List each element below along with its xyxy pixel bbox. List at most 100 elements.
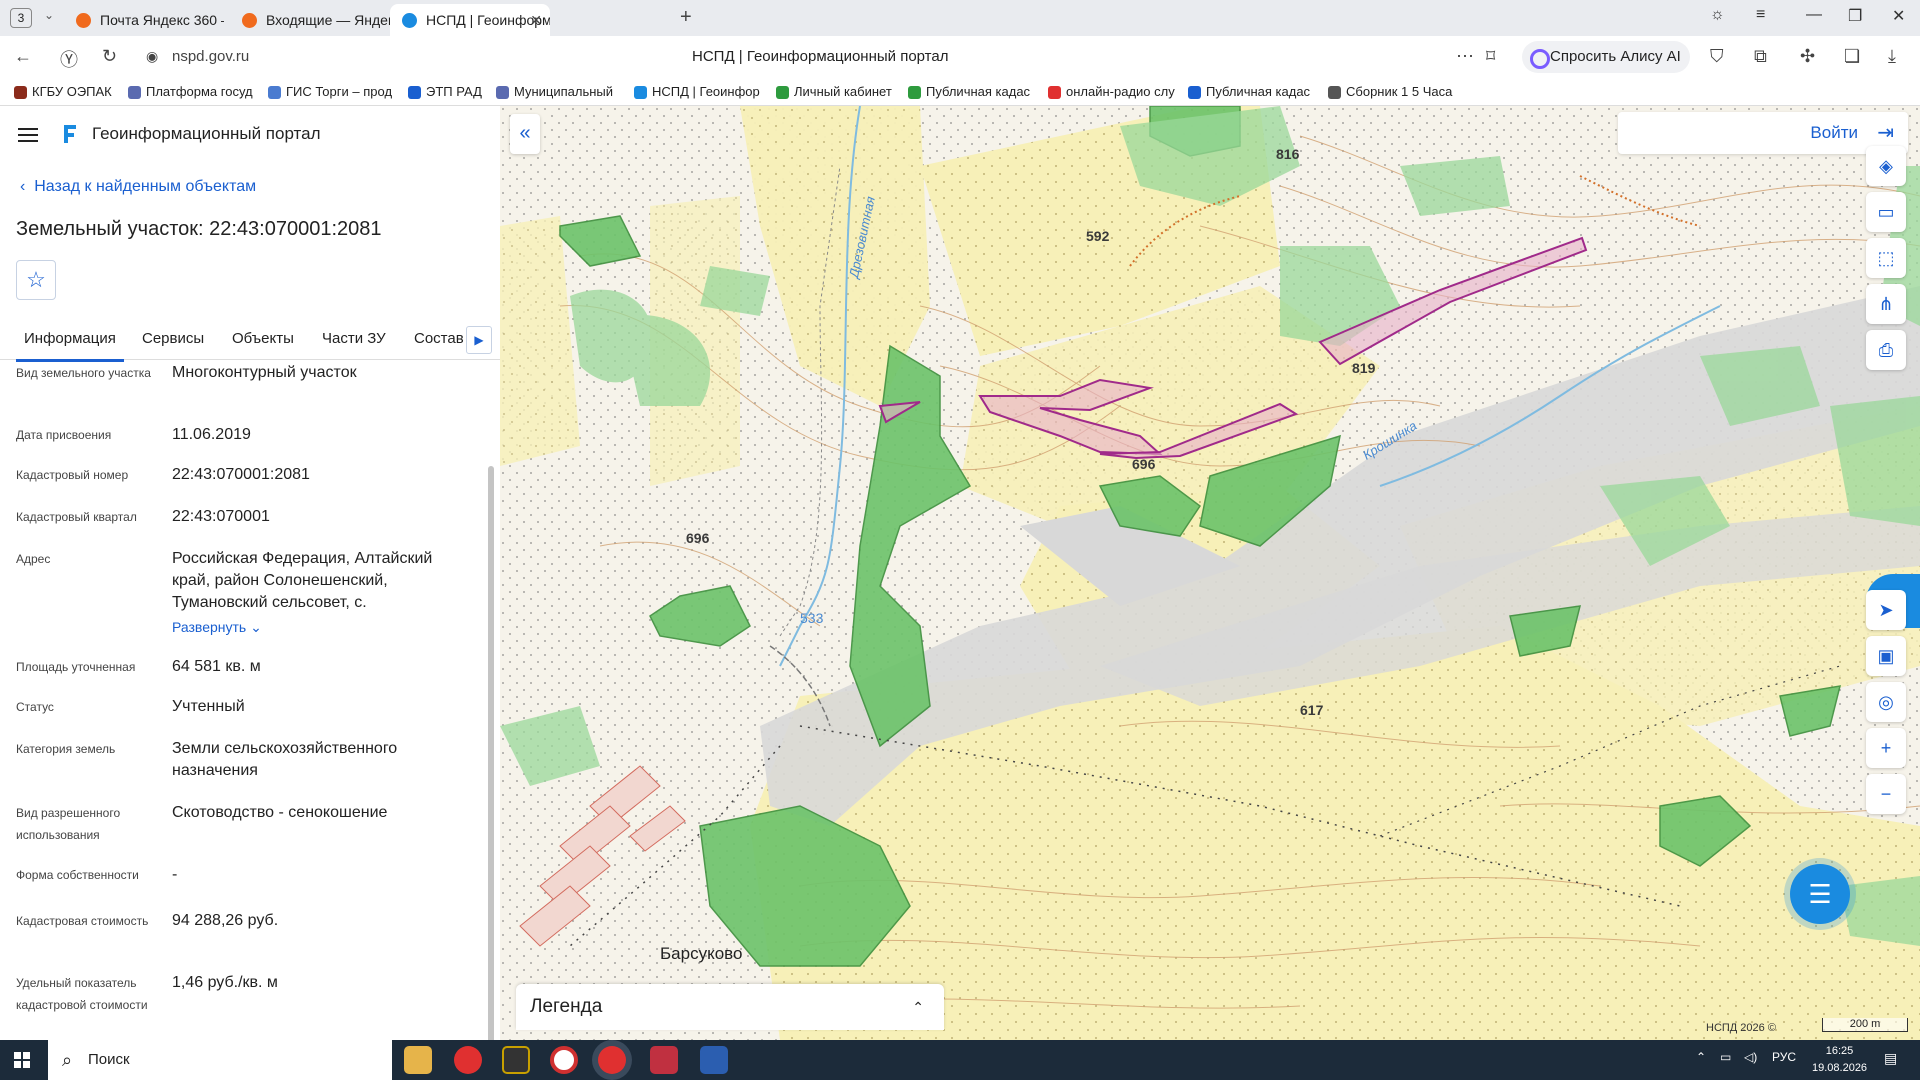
bookmark-item[interactable]: КГБУ ОЭПАК	[14, 84, 112, 99]
browser-tab-inbox[interactable]: Входящие — Яндекс Почт	[230, 4, 390, 36]
settlement-label: Барсуково	[660, 944, 743, 963]
portal-logo-icon	[64, 125, 76, 143]
attribute-value: Учтенный	[172, 698, 245, 715]
tabs-dropdown-icon[interactable]: ⌄	[44, 8, 54, 22]
tray-chevron-icon[interactable]: ⌃	[1696, 1050, 1706, 1064]
yandex-browser-active-icon[interactable]	[598, 1046, 626, 1074]
bookmark-item[interactable]: НСПД | Геоинфор	[634, 84, 760, 99]
bookmark-item[interactable]: Сборник 1 5 Часа	[1328, 84, 1452, 99]
shield-icon[interactable]: ⛉	[1710, 46, 1724, 67]
taskbar-search[interactable]: Поиск	[48, 1040, 392, 1080]
keyboard-language[interactable]: РУС	[1772, 1050, 1796, 1064]
yandex-icon[interactable]: Ⓨ	[60, 46, 78, 72]
chat-button[interactable]: ☰	[1790, 864, 1850, 924]
star-icon: ☆	[26, 267, 46, 292]
word-icon[interactable]	[700, 1046, 728, 1074]
yandex-browser-icon[interactable]	[454, 1046, 482, 1074]
attribute-value: 11.06.2019	[172, 426, 251, 443]
zoom-out-button[interactable]: −	[1866, 774, 1906, 814]
save-app-icon[interactable]	[650, 1046, 678, 1074]
puzzle-icon[interactable]: ✣	[1800, 46, 1815, 67]
bookmark-item[interactable]: Публичная кадас	[908, 84, 1030, 99]
bookmark-item[interactable]: Личный кабинет	[776, 84, 892, 99]
app-c-icon[interactable]	[550, 1046, 578, 1074]
legend-panel[interactable]: Легенда ⌃⌄	[516, 984, 944, 1030]
close-window-icon[interactable]: ✕	[1892, 6, 1905, 26]
layers-button[interactable]: ◈	[1866, 146, 1906, 186]
mail-favicon-icon	[76, 13, 91, 28]
double-chevron-left-icon: «	[519, 122, 531, 144]
menu-icon[interactable]: ≡	[1756, 6, 1765, 24]
back-to-results-link[interactable]: ‹ Назад к найденным объектам	[20, 178, 256, 196]
bookmark-icon[interactable]: ⌑	[1486, 46, 1495, 67]
share-button[interactable]: ⋔	[1866, 284, 1906, 324]
attribute-value: 1,46 руб./кв. м	[172, 974, 278, 991]
extensions-icon[interactable]: ⧉	[1754, 46, 1767, 67]
bookmark-item[interactable]: Публичная кадас	[1188, 84, 1310, 99]
collections-icon[interactable]: ❏	[1844, 46, 1860, 67]
attribute-label: Вид земельного участка	[16, 366, 151, 380]
attribute-label: Площадь уточненная	[16, 660, 136, 674]
bookmark-item[interactable]: Платформа госуд	[128, 84, 253, 99]
tab-services[interactable]: Сервисы	[142, 330, 204, 347]
favorite-button[interactable]: ☆	[16, 260, 56, 300]
app-icon[interactable]	[502, 1046, 530, 1074]
select-area-button[interactable]: ⬚	[1866, 238, 1906, 278]
ask-alice-button[interactable]: Спросить Алису AI	[1522, 41, 1690, 73]
tabs-next-button[interactable]: ▶	[466, 326, 492, 354]
browser-tab-mail360[interactable]: Почта Яндекс 360 — бесп	[64, 4, 224, 36]
tab-objects[interactable]: Объекты	[232, 330, 294, 347]
geolocation-button[interactable]: ◎	[1866, 682, 1906, 722]
attribute-label: Кадастровая стоимость	[16, 914, 149, 928]
location-target-icon: ◎	[1878, 692, 1894, 712]
network-icon[interactable]: ▭	[1720, 1050, 1731, 1064]
restore-icon[interactable]: ❐	[1848, 6, 1862, 26]
downloads-icon[interactable]: ⤓	[1888, 46, 1896, 67]
browser-tab-nspd[interactable]: НСПД | Геоинформаци ✕	[390, 4, 550, 36]
print-button[interactable]: ⎙	[1866, 330, 1906, 370]
bookmark-item[interactable]: Муниципальный	[496, 84, 613, 99]
collapse-panel-button[interactable]: «	[510, 114, 540, 154]
attribute-label: Статус	[16, 700, 54, 714]
login-button[interactable]: Войти ⇥	[1618, 112, 1908, 154]
locate-button[interactable]: ➤	[1866, 590, 1906, 630]
sun-icon[interactable]: ☼	[1710, 6, 1725, 24]
ruler-button[interactable]: ▭	[1866, 192, 1906, 232]
browser-tab-strip: 3 ⌄ Почта Яндекс 360 — бесп Входящие — Я…	[0, 0, 1920, 36]
tab-composition[interactable]: Состав	[414, 330, 464, 347]
tab-parcel-parts[interactable]: Части ЗУ	[322, 330, 386, 347]
object-info-panel: Геоинформационный портал ‹ Назад к найде…	[0, 106, 500, 1040]
zoom-in-button[interactable]: +	[1866, 728, 1906, 768]
tab-information[interactable]: Информация	[16, 330, 124, 362]
bookmark-item[interactable]: ГИС Торги – прод	[268, 84, 392, 99]
parcel-title: Земельный участок: 22:43:070001:2081	[16, 218, 382, 240]
new-tab-button[interactable]: +	[680, 6, 692, 29]
close-tab-icon[interactable]: ✕	[530, 4, 542, 36]
windows-start-icon[interactable]	[14, 1052, 30, 1068]
bookmark-item[interactable]: ЭТП РАД	[408, 84, 482, 99]
back-arrow-icon[interactable]: ←	[14, 46, 32, 67]
ruler-icon: ▭	[1877, 202, 1895, 222]
clock[interactable]: 16:25 19.08.2026	[1812, 1043, 1867, 1077]
tab-count-button[interactable]: 3	[10, 8, 32, 28]
hamburger-menu-icon[interactable]	[18, 128, 38, 142]
file-explorer-icon[interactable]	[404, 1046, 432, 1074]
map-view[interactable]: 816 592 819 696 696 533 617 Дрезовитная …	[500, 106, 1920, 1040]
expand-address-link[interactable]: Развернуть ⌄	[172, 616, 462, 638]
bookmark-item[interactable]: онлайн-радио слу	[1048, 84, 1175, 99]
minimap-button[interactable]: ▣	[1866, 636, 1906, 676]
reload-icon[interactable]: ↻	[102, 46, 117, 67]
map-copyright: НСПД 2026 ©	[1706, 1022, 1776, 1034]
expand-collapse-icon: ⌃⌄	[912, 999, 924, 1015]
notifications-icon[interactable]: ▤	[1884, 1050, 1897, 1067]
attribute-value: Земли сельскохозяйственного назначения	[172, 740, 398, 779]
panel-scrollbar[interactable]	[488, 466, 494, 1040]
url-field[interactable]: nspd.gov.ru	[172, 48, 249, 65]
chevron-down-icon: ⌄	[250, 619, 262, 635]
attribute-label: Категория земель	[16, 742, 116, 756]
more-icon[interactable]: ⋯	[1456, 46, 1474, 67]
attribute-label: Форма собственности	[16, 868, 139, 882]
volume-icon[interactable]: ◁)	[1744, 1050, 1757, 1064]
site-info-icon[interactable]: ◉	[146, 48, 158, 65]
minimize-icon[interactable]: —	[1806, 6, 1822, 24]
